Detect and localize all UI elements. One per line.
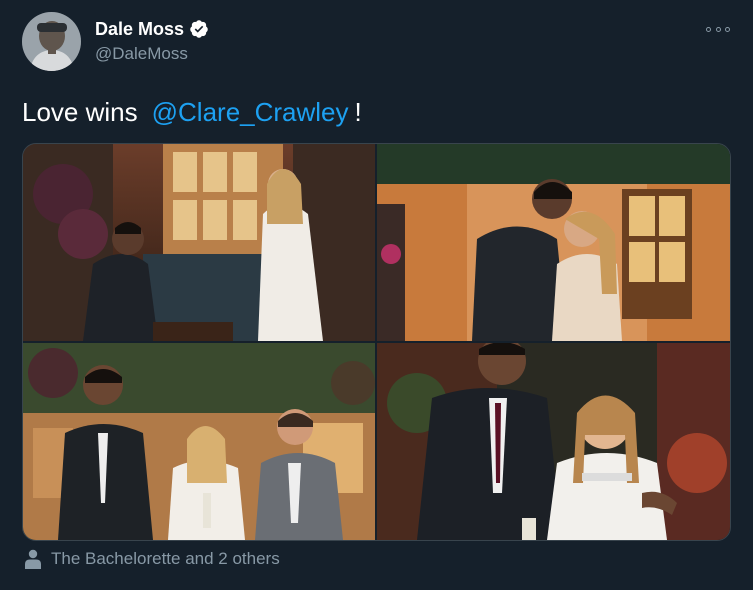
photo-proposal-icon [23, 144, 375, 341]
author-name-row[interactable]: Dale Moss [95, 18, 209, 40]
photo-embrace-icon [377, 144, 730, 341]
mention-link[interactable]: @Clare_Crawley [152, 97, 349, 127]
media-grid [22, 143, 731, 541]
more-dot-icon [706, 26, 711, 32]
more-dot-icon [725, 26, 730, 32]
tweet-text-tail: ! [354, 97, 362, 127]
author-handle[interactable]: @DaleMoss [95, 44, 188, 64]
tweet-text: Love wins @Clare_Crawley! [22, 95, 362, 129]
photo-proposal[interactable] [23, 144, 375, 341]
tweet-card: Dale Moss @DaleMoss Love wins @Clare_Craw… [0, 0, 753, 590]
photo-couple-portrait[interactable] [377, 343, 730, 540]
photo-group-champagne-icon [23, 343, 375, 540]
author-display-name[interactable]: Dale Moss [95, 18, 184, 40]
tagged-users-label: The Bachelorette and 2 others [51, 549, 280, 568]
avatar-photo-icon [22, 12, 81, 71]
photo-couple-portrait-icon [377, 343, 730, 540]
photo-embrace[interactable] [377, 144, 730, 341]
tagged-users-link[interactable]: The Bachelorette and 2 others [25, 549, 280, 569]
author-avatar[interactable] [22, 12, 81, 71]
photo-group-champagne[interactable] [23, 343, 375, 540]
verified-badge-icon [190, 20, 208, 38]
person-icon [25, 549, 41, 569]
more-dot-icon [715, 26, 721, 32]
tweet-text-body: Love wins [22, 97, 138, 127]
more-options-button[interactable] [706, 22, 730, 36]
